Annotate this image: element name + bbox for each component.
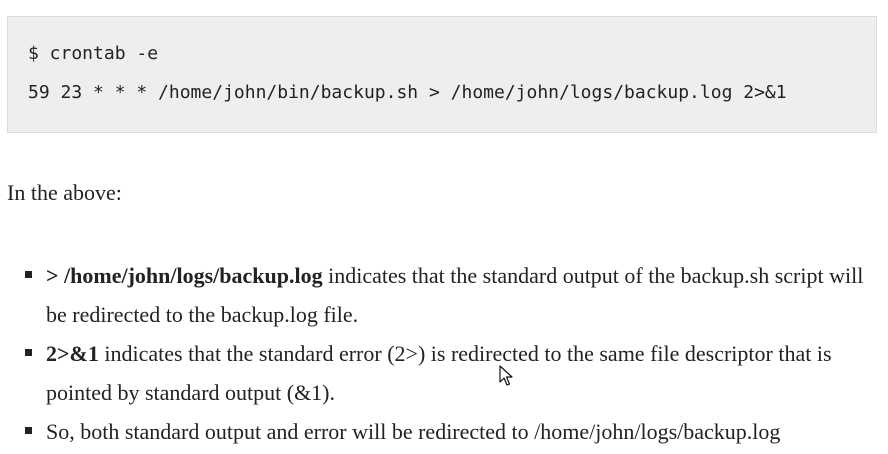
square-bullet-icon [25,271,32,278]
code-block: $ crontab -e 59 23 * * * /home/john/bin/… [7,16,877,133]
square-bullet-icon [25,427,32,434]
list-item-bold-term: 2>&1 [46,341,99,366]
mouse-pointer-icon [499,365,513,386]
code-line-crontab-entry: 59 23 * * * /home/john/bin/backup.sh > /… [28,82,787,103]
list-item: So, both standard output and error will … [0,412,888,451]
list-item: > /home/john/logs/backup.log indicates t… [0,256,888,334]
explanation-list: > /home/john/logs/backup.log indicates t… [0,256,888,451]
list-item: 2>&1 indicates that the standard error (… [0,334,888,412]
code-line-command: $ crontab -e [28,43,159,64]
square-bullet-icon [25,349,32,356]
list-item-text: indicates that the standard error (2>) i… [46,341,832,405]
intro-paragraph: In the above: [7,180,122,205]
list-item-bold-term: > /home/john/logs/backup.log [46,263,323,288]
list-item-text: So, both standard output and error will … [46,419,781,444]
